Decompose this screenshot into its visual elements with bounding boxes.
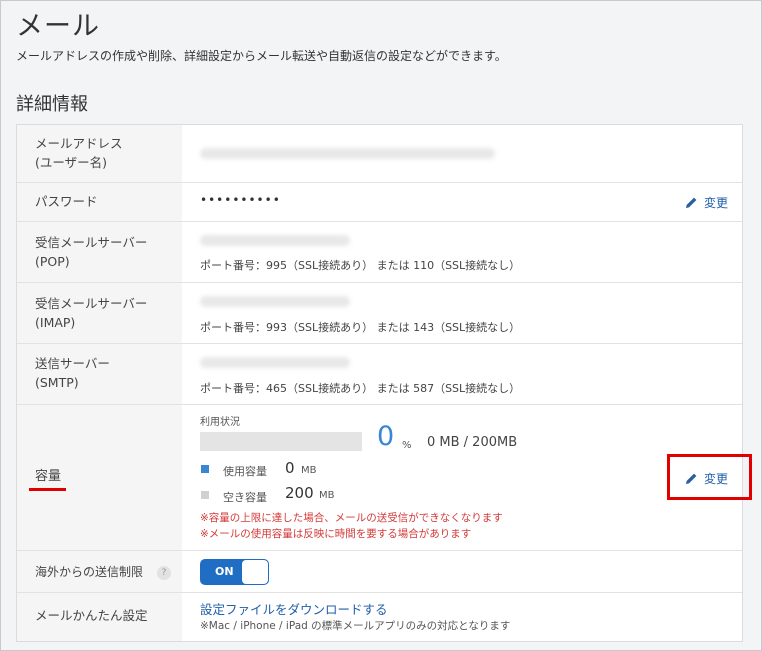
used-unit: MB: [301, 465, 317, 476]
pop-label: 受信メールサーバー: [35, 235, 148, 250]
usage-progress-bar: [200, 432, 362, 451]
capacity-warning-2: ※メールの使用容量は反映に時間を要する場合があります: [200, 528, 472, 540]
download-settings-link[interactable]: 設定ファイルをダウンロードする: [200, 599, 388, 618]
used-value: 0: [285, 459, 295, 477]
help-icon[interactable]: ?: [157, 566, 171, 580]
pencil-icon: [686, 197, 697, 208]
page-title: メール: [16, 11, 100, 42]
password-edit-label: 変更: [704, 196, 729, 210]
row-easy-setup: メールかんたん設定 設定ファイルをダウンロードする ※Mac / iPhone …: [17, 593, 742, 641]
capacity-label: 容量: [35, 469, 62, 484]
page-description: メールアドレスの作成や削除、詳細設定からメール転送や自動返信の設定などができます…: [16, 49, 507, 63]
imap-server-redacted: [200, 296, 350, 307]
email-value-redacted: [200, 148, 495, 159]
smtp-label-sub: (SMTP): [35, 375, 79, 390]
label-cell: メールアドレス (ユーザー名): [17, 125, 182, 182]
usage-summary: 0 MB / 200MB: [427, 435, 518, 450]
used-label: 使用容量: [223, 465, 267, 478]
usage-percent: 0: [377, 421, 395, 452]
pencil-icon: [686, 473, 697, 484]
toggle-on-label: ON: [215, 565, 234, 578]
capacity-edit-label: 変更: [704, 472, 729, 486]
usage-percent-unit: %: [402, 440, 412, 451]
section-title: 詳細情報: [16, 94, 88, 115]
pop-label-sub: (POP): [35, 254, 70, 269]
free-unit: MB: [319, 490, 335, 501]
pop-port: ポート番号：995（SSL接続あり） または 110（SSL接続なし）: [200, 259, 521, 272]
usage-label: 利用状況: [200, 417, 240, 428]
free-legend-swatch: [201, 491, 209, 499]
overseas-label: 海外からの送信制限: [35, 565, 144, 579]
pop-server-redacted: [200, 235, 350, 246]
smtp-label: 送信サーバー: [35, 356, 110, 371]
smtp-port: ポート番号：465（SSL接続あり） または 587（SSL接続なし）: [200, 382, 521, 395]
password-label: パスワード: [35, 194, 98, 209]
password-value: ••••••••••: [200, 193, 281, 207]
toggle-knob: [242, 560, 268, 584]
row-overseas: 海外からの送信制限 ?: [17, 551, 742, 593]
free-value: 200: [285, 484, 314, 502]
row-password: パスワード •••••••••• 変更: [17, 183, 742, 222]
row-pop: 受信メールサーバー (POP) ポート番号：995（SSL接続あり） または 1…: [17, 222, 742, 283]
easy-setup-note: ※Mac / iPhone / iPad の標準メールアプリのみの対応となります: [200, 620, 511, 632]
capacity-edit-button[interactable]: 変更: [685, 470, 728, 487]
imap-port: ポート番号：993（SSL接続あり） または 143（SSL接続なし）: [200, 321, 521, 334]
row-email: メールアドレス (ユーザー名): [17, 125, 742, 183]
email-label-sub: (ユーザー名): [35, 155, 108, 170]
password-edit-button[interactable]: 変更: [685, 194, 728, 211]
overseas-restriction-toggle[interactable]: ON: [200, 559, 269, 585]
row-smtp: 送信サーバー (SMTP) ポート番号：465（SSL接続あり） または 587…: [17, 344, 742, 405]
row-imap: 受信メールサーバー (IMAP) ポート番号：993（SSL接続あり） または …: [17, 283, 742, 344]
capacity-warning-1: ※容量の上限に達した場合、メールの送受信ができなくなります: [200, 512, 503, 524]
smtp-server-redacted: [200, 357, 350, 368]
used-legend-swatch: [201, 465, 209, 473]
details-table: メールアドレス (ユーザー名) パスワード •••••••••• 変更 受信メー…: [16, 124, 752, 642]
imap-label: 受信メールサーバー: [35, 296, 148, 311]
capacity-highlight-underline: [29, 488, 66, 491]
email-label: メールアドレス: [35, 136, 123, 151]
free-label: 空き容量: [223, 491, 267, 504]
easy-setup-label: メールかんたん設定: [35, 608, 148, 623]
imap-label-sub: (IMAP): [35, 315, 76, 330]
